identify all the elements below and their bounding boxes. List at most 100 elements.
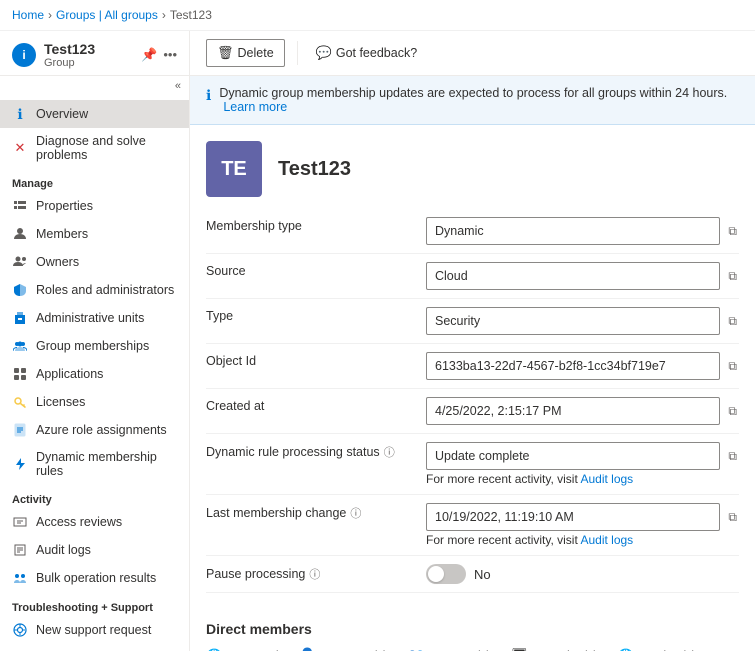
applications-icon xyxy=(12,366,28,382)
sidebar-item-licenses[interactable]: Licenses xyxy=(0,388,189,416)
copy-source-btn[interactable]: ⧉ xyxy=(726,267,739,286)
info-icon: ℹ xyxy=(12,106,28,122)
sidebar-item-overview-label: Overview xyxy=(36,107,88,121)
shield-icon xyxy=(12,282,28,298)
prop-label-object-id: Object Id xyxy=(206,352,426,368)
sidebar-item-azure-roles-label: Azure role assignments xyxy=(36,423,167,437)
pause-processing-toggle[interactable] xyxy=(426,564,466,584)
prop-label-last-membership: Last membership change ⓘ xyxy=(206,503,426,521)
sidebar-item-applications[interactable]: Applications xyxy=(0,360,189,388)
sidebar-actions: 📌 ••• xyxy=(141,47,177,63)
copy-last-membership-btn[interactable]: ⧉ xyxy=(726,508,739,527)
sidebar-item-access-reviews[interactable]: Access reviews xyxy=(0,508,189,536)
activity-section-label: Activity xyxy=(0,484,189,508)
sidebar-item-properties-label: Properties xyxy=(36,199,93,213)
prop-row-type: Type Security ⧉ xyxy=(206,299,739,344)
copy-type-btn[interactable]: ⧉ xyxy=(726,312,739,331)
key-icon xyxy=(12,394,28,410)
prop-label-type: Type xyxy=(206,307,426,323)
prop-value-created-at: 4/25/2022, 2:15:17 PM ⧉ xyxy=(426,397,739,425)
collapse-icon: « xyxy=(175,80,181,92)
prop-input-source: Cloud xyxy=(426,262,720,290)
breadcrumb: Home › Groups | All groups › Test123 xyxy=(0,0,755,31)
lightning-icon xyxy=(12,456,28,472)
sidebar-item-admin-units-label: Administrative units xyxy=(36,311,144,325)
sidebar-item-group-memberships-label: Group memberships xyxy=(36,339,149,353)
globe-icon: 🌐 xyxy=(206,648,222,651)
main-layout: i Test123 Group 📌 ••• « ℹ xyxy=(0,31,755,651)
sidebar-item-support-label: New support request xyxy=(36,623,151,637)
stat-users: 👤 687 User(s) xyxy=(299,647,388,651)
sidebar-item-bulk-ops-label: Bulk operation results xyxy=(36,571,156,585)
sidebar-group-icon: i xyxy=(12,43,36,67)
prop-row-pause-processing: Pause processing ⓘ No xyxy=(206,556,739,593)
sidebar-item-roles[interactable]: Roles and administrators xyxy=(0,276,189,304)
sidebar-item-azure-roles[interactable]: Azure role assignments xyxy=(0,416,189,444)
groups-icon: 👥 xyxy=(407,647,424,651)
sidebar-item-diagnose[interactable]: ✕ Diagnose and solve problems xyxy=(0,128,189,168)
feedback-icon: 💬 xyxy=(316,45,332,61)
pause-processing-info-icon[interactable]: ⓘ xyxy=(309,566,320,582)
bulk-icon xyxy=(12,570,28,586)
sidebar-nav: ℹ Overview ✕ Diagnose and solve problems… xyxy=(0,96,189,648)
stat-groups: 👥 0 Group(s) xyxy=(407,647,490,651)
sidebar-item-dynamic-rules-label: Dynamic membership rules xyxy=(36,450,177,478)
prop-label-membership-type: Membership type xyxy=(206,217,426,233)
device-icon: 🖥 xyxy=(511,647,529,651)
sidebar: i Test123 Group 📌 ••• « ℹ xyxy=(0,31,190,651)
prop-input-last-membership: 10/19/2022, 11:19:10 AM xyxy=(426,503,720,531)
audit-logs-link-1[interactable]: Audit logs xyxy=(580,472,633,486)
prop-label-dynamic-rule-status: Dynamic rule processing status ⓘ xyxy=(206,442,426,460)
copy-object-id-btn[interactable]: ⧉ xyxy=(726,357,739,376)
group-memberships-icon xyxy=(12,338,28,354)
prop-label-source: Source xyxy=(206,262,426,278)
delete-button[interactable]: 🗑 Delete xyxy=(206,39,285,67)
pin-icon[interactable]: 📌 xyxy=(141,47,157,63)
dynamic-rule-status-info-icon[interactable]: ⓘ xyxy=(384,444,395,460)
prop-value-type: Security ⧉ xyxy=(426,307,739,335)
prop-label-created-at: Created at xyxy=(206,397,426,413)
audit-logs-link-2[interactable]: Audit logs xyxy=(580,533,633,547)
sidebar-item-members-label: Members xyxy=(36,227,88,241)
sidebar-item-overview[interactable]: ℹ Overview xyxy=(0,100,189,128)
last-membership-info-icon[interactable]: ⓘ xyxy=(350,505,361,521)
banner-learn-more-link[interactable]: Learn more xyxy=(223,100,287,114)
direct-members-title: Direct members xyxy=(206,621,739,637)
prop-value-source: Cloud ⧉ xyxy=(426,262,739,290)
group-name: Test123 xyxy=(278,158,351,181)
sidebar-collapse-btn[interactable]: « xyxy=(0,76,189,96)
sidebar-item-support[interactable]: New support request xyxy=(0,616,189,644)
sidebar-item-group-memberships[interactable]: Group memberships xyxy=(0,332,189,360)
feedback-button[interactable]: 💬 Got feedback? xyxy=(310,40,424,66)
sidebar-item-audit-logs-label: Audit logs xyxy=(36,543,91,557)
members-icon xyxy=(12,226,28,242)
copy-dynamic-rule-status-btn[interactable]: ⧉ xyxy=(726,447,739,466)
prop-sub-dynamic-rule-status: For more recent activity, visit Audit lo… xyxy=(426,472,739,486)
prop-row-dynamic-rule-status: Dynamic rule processing status ⓘ Update … xyxy=(206,434,739,495)
prop-row-created-at: Created at 4/25/2022, 2:15:17 PM ⧉ xyxy=(206,389,739,434)
breadcrumb-home[interactable]: Home xyxy=(12,8,44,22)
pause-processing-value: No xyxy=(474,567,491,582)
prop-input-type: Security xyxy=(426,307,720,335)
sidebar-item-bulk-ops[interactable]: Bulk operation results xyxy=(0,564,189,592)
review-icon xyxy=(12,514,28,530)
sidebar-item-admin-units[interactable]: Administrative units xyxy=(0,304,189,332)
copy-membership-type-btn[interactable]: ⧉ xyxy=(726,222,739,241)
sidebar-item-owners-label: Owners xyxy=(36,255,79,269)
copy-created-at-btn[interactable]: ⧉ xyxy=(726,402,739,421)
stat-devices: 🖥 0 Device(s) xyxy=(511,647,598,651)
app-container: Home › Groups | All groups › Test123 i T… xyxy=(0,0,755,651)
pause-processing-toggle-wrap: No xyxy=(426,564,739,584)
feedback-label: Got feedback? xyxy=(336,46,417,60)
sidebar-item-dynamic-rules[interactable]: Dynamic membership rules xyxy=(0,444,189,484)
prop-value-dynamic-rule-status: Update complete ⧉ For more recent activi… xyxy=(426,442,739,486)
group-avatar: TE xyxy=(206,141,262,197)
more-icon[interactable]: ••• xyxy=(163,47,177,63)
sidebar-item-owners[interactable]: Owners xyxy=(0,248,189,276)
sidebar-item-members[interactable]: Members xyxy=(0,220,189,248)
prop-row-object-id: Object Id 6133ba13-22d7-4567-b2f8-1cc34b… xyxy=(206,344,739,389)
sidebar-item-audit-logs[interactable]: Audit logs xyxy=(0,536,189,564)
breadcrumb-groups[interactable]: Groups | All groups xyxy=(56,8,158,22)
group-header: TE Test123 xyxy=(190,125,755,209)
sidebar-item-properties[interactable]: Properties xyxy=(0,192,189,220)
